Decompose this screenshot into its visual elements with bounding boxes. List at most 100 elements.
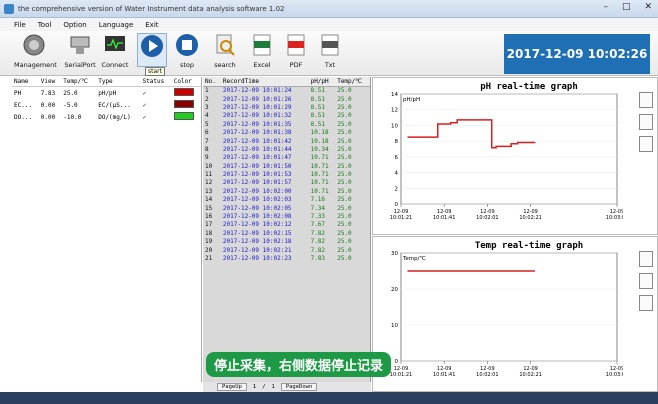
instrument-status[interactable]: ✓ (141, 87, 172, 100)
record-row[interactable]: 1 2017-12-09 10:01:24 8.51 25.0 (203, 87, 370, 95)
record-no: 11 (205, 171, 213, 179)
record-time: 2017-12-09 10:01:29 (222, 103, 292, 111)
record-no: 13 (205, 187, 213, 195)
close-button[interactable]: ✕ (644, 2, 652, 12)
excel-button[interactable]: Excel (248, 33, 276, 69)
connect-button[interactable]: Connect (100, 33, 130, 69)
record-row[interactable]: 20 2017-12-09 10:02:21 7.82 25.0 (203, 246, 370, 254)
export-icon[interactable] (639, 295, 653, 311)
menu-language[interactable]: Language (99, 21, 134, 29)
record-row[interactable]: 16 2017-12-09 10:02:08 7.33 25.0 (203, 212, 370, 220)
record-ph: 7.82 (310, 246, 326, 254)
maximize-button[interactable]: □ (622, 2, 631, 12)
toolbar: Management SerialPort Connect stop searc… (0, 31, 658, 76)
ph-chart-tools (639, 92, 653, 152)
record-row[interactable]: 18 2017-12-09 10:02:15 7.82 25.0 (203, 229, 370, 237)
connect-label: Connect (101, 61, 129, 69)
record-no: 17 (205, 221, 213, 229)
record-temp: 25.0 (337, 87, 352, 95)
management-button[interactable]: Management (14, 33, 57, 69)
search-button[interactable]: search (210, 33, 240, 69)
record-no: 10 (205, 162, 213, 170)
instrument-status[interactable]: ✓ (141, 111, 172, 123)
menu-exit[interactable]: Exit (145, 21, 158, 29)
record-temp: 25.0 (337, 120, 352, 128)
record-row[interactable]: 8 2017-12-09 10:01:44 10.34 25.0 (203, 145, 370, 153)
management-label: Management (14, 61, 57, 69)
record-row[interactable]: 7 2017-12-09 10:01:42 10.18 25.0 (203, 137, 370, 145)
record-time: 2017-12-09 10:01:26 (222, 95, 292, 103)
record-ph: 10.34 (310, 145, 329, 153)
record-ph: 8.51 (310, 87, 326, 95)
record-row[interactable]: 13 2017-12-09 10:02:00 10.71 25.0 (203, 187, 370, 195)
record-row[interactable]: 2 2017-12-09 10:01:26 8.51 25.0 (203, 95, 370, 103)
grid-icon[interactable] (639, 251, 653, 267)
x-tick-time: 10:01:21 (390, 215, 412, 221)
record-row[interactable]: 21 2017-12-09 10:02:23 7.83 25.0 (203, 254, 370, 262)
instrument-row[interactable]: PH 7.83 25.0 pH/pH ✓ (12, 87, 201, 100)
record-temp: 25.0 (337, 154, 352, 162)
serialport-button[interactable]: SerialPort (62, 33, 98, 69)
record-time: 2017-12-09 10:02:08 (222, 213, 292, 221)
record-row[interactable]: 15 2017-12-09 10:02:05 7.34 25.0 (203, 204, 370, 212)
excel-icon (253, 34, 271, 56)
y-tick-label: 0 (395, 202, 399, 208)
record-temp: 25.0 (337, 255, 352, 262)
record-row[interactable]: 5 2017-12-09 10:01:35 8.51 25.0 (203, 120, 370, 128)
record-no: 16 (205, 213, 213, 221)
record-row[interactable]: 4 2017-12-09 10:01:32 8.51 25.0 (203, 112, 370, 120)
header-name: Name (12, 77, 39, 87)
temp-chart-panel: Temp real-time graph Temp/℃ 0 10 20 30 12-09 10… (372, 236, 658, 392)
y-tick-label: 14 (391, 92, 398, 98)
record-row[interactable]: 11 2017-12-09 10:01:53 10.71 25.0 (203, 170, 370, 178)
play-icon (141, 35, 163, 57)
record-row[interactable]: 6 2017-12-09 10:01:38 10.18 25.0 (203, 128, 370, 136)
minimize-button[interactable]: – (603, 2, 608, 12)
menu-file[interactable]: File (14, 21, 26, 29)
stop-button[interactable]: stop (172, 33, 202, 69)
chart-title: pH real-time graph (480, 81, 578, 92)
excel-label: Excel (253, 61, 271, 69)
record-row[interactable]: 12 2017-12-09 10:01:57 10.71 25.0 (203, 179, 370, 187)
menu-option[interactable]: Option (63, 21, 86, 29)
y-tick-label: 20 (391, 287, 398, 293)
record-ph: 7.83 (310, 255, 326, 262)
page-current: 1 (252, 384, 257, 390)
record-time: 2017-12-09 10:01:24 (222, 87, 292, 95)
menu-tool[interactable]: Tool (38, 21, 52, 29)
record-no: 18 (205, 229, 213, 237)
record-row[interactable]: 14 2017-12-09 10:02:03 7.16 25.0 (203, 196, 370, 204)
record-ph: 7.34 (310, 204, 326, 212)
start-button[interactable] (137, 33, 167, 67)
record-time: 2017-12-09 10:01:50 (222, 162, 292, 170)
record-temp: 25.0 (337, 95, 352, 103)
y-tick-label: 10 (391, 123, 398, 129)
pdf-button[interactable]: PDF (282, 33, 310, 69)
page-up-button[interactable]: PageUp (217, 383, 247, 391)
record-time: 2017-12-09 10:01:44 (222, 145, 292, 153)
color-swatch (173, 88, 194, 96)
record-row[interactable]: 3 2017-12-09 10:01:29 8.51 25.0 (203, 103, 370, 111)
page-down-button[interactable]: PageDown (280, 383, 318, 391)
zoom-icon[interactable] (639, 273, 653, 289)
record-row[interactable]: 10 2017-12-09 10:01:50 10.71 25.0 (203, 162, 370, 170)
record-temp: 25.0 (337, 213, 352, 221)
zoom-icon[interactable] (639, 114, 653, 130)
x-tick-time: 10:02:21 (519, 215, 541, 221)
instrument-row[interactable]: DO... 0.00 -10.0 DO/(mg/L) ✓ (12, 111, 201, 123)
record-row[interactable]: 19 2017-12-09 10:02:18 7.82 25.0 (203, 238, 370, 246)
record-time: 2017-12-09 10:01:57 (222, 179, 292, 187)
record-row[interactable]: 9 2017-12-09 10:01:47 10.71 25.0 (203, 154, 370, 162)
grid-icon[interactable] (639, 92, 653, 108)
instrument-row[interactable]: EC... 0.00 -5.0 EC/(μS... ✓ (12, 99, 201, 111)
record-no: 14 (205, 196, 213, 204)
record-row[interactable]: 17 2017-12-09 10:02:12 7.67 25.0 (203, 221, 370, 229)
export-icon[interactable] (639, 136, 653, 152)
pdf-icon (287, 34, 305, 56)
instrument-status[interactable]: ✓ (141, 99, 172, 111)
txt-icon (321, 34, 339, 56)
record-ph: 10.71 (310, 179, 329, 187)
instrument-table: Name View Temp/℃ Type Status Color PH 7.8… (12, 77, 201, 123)
search-label: search (214, 61, 236, 69)
txt-button[interactable]: Txt (316, 33, 344, 69)
